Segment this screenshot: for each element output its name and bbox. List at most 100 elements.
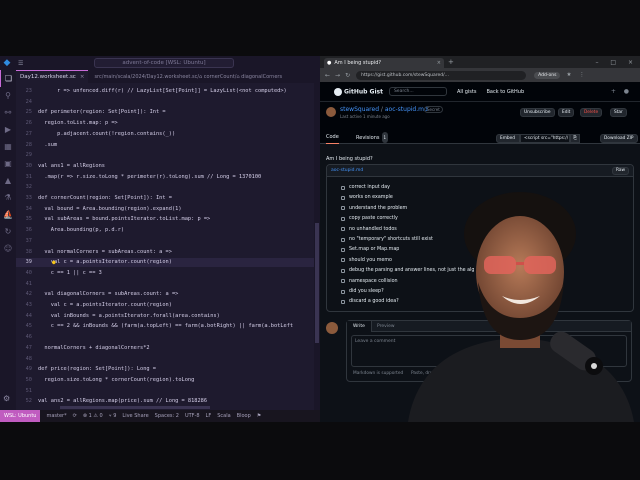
docker-icon[interactable]: ⛵ [0, 206, 16, 223]
tab-day12-worksheet[interactable]: Day12.worksheet.sc × [16, 70, 89, 83]
indentation-indicator[interactable]: Spaces: 2 [155, 413, 179, 419]
embed-select[interactable]: Embed [496, 134, 520, 143]
checkbox[interactable] [341, 247, 345, 252]
checkbox[interactable] [341, 289, 345, 294]
checkbox[interactable] [341, 185, 345, 190]
checkbox[interactable] [341, 299, 345, 304]
extensions-button[interactable]: Add-ons [534, 71, 561, 79]
tab-preview[interactable]: Preview [371, 321, 401, 332]
code-line[interactable]: 36 Area.bounding(p, p.d.r) [16, 226, 314, 235]
menu-icon[interactable]: ☰ [18, 60, 23, 67]
delete-button[interactable]: Delete [580, 108, 603, 117]
code-line[interactable]: 31 .map(r => r.size.toLong * perimeter(r… [16, 173, 314, 182]
code-line[interactable]: 47 normalCorners + diagonalCorners*2 [16, 344, 314, 353]
bloop-indicator[interactable]: Bloop [237, 413, 251, 419]
code-line[interactable]: 24 [16, 98, 314, 107]
unsubscribe-button[interactable]: Unsubscribe [520, 108, 555, 117]
embed-url-input[interactable]: <script src="https:// [520, 134, 570, 143]
code-text[interactable]: val subAreas = bound.pointsIterator.toLi… [38, 215, 210, 224]
notifications-icon[interactable]: ⚑ [257, 413, 261, 419]
lightbulb-icon[interactable]: ● [52, 258, 56, 267]
code-line[interactable]: 27 p.adjacent.count(!region.contains(_)) [16, 130, 314, 139]
code-text[interactable]: val c = a.pointsIterator.count(region) [38, 258, 172, 267]
code-line[interactable]: 35 val subAreas = bound.pointsIterator.t… [16, 215, 314, 224]
user-menu-icon[interactable]: + ● [611, 88, 632, 95]
code-text[interactable]: p.adjacent.count(!region.contains(_)) [38, 130, 175, 139]
code-text[interactable]: val bound = Area.bounding(region).expand… [38, 205, 181, 214]
address-bar[interactable]: https://gist.github.com/stewSquared/... [356, 70, 527, 80]
breadcrumb[interactable]: src/main/scala/2024/Day12.worksheet.sc/⌂… [94, 74, 282, 80]
gist-owner-link[interactable]: stewSquared [340, 106, 379, 113]
checkbox[interactable] [341, 206, 345, 211]
code-text[interactable]: normalCorners + diagonalCorners*2 [38, 344, 149, 353]
ports-indicator[interactable]: ⑂ 9 [109, 413, 117, 419]
checkbox[interactable] [341, 216, 345, 221]
close-tab-icon[interactable]: × [437, 60, 441, 66]
checkbox[interactable] [341, 258, 345, 263]
code-text[interactable]: def price(region: Set[Point]): Long = [38, 365, 156, 374]
close-icon[interactable]: × [80, 74, 85, 80]
explorer-icon[interactable]: ❏ [0, 70, 16, 87]
code-text[interactable]: region.toList.map: p => [38, 119, 117, 128]
code-text[interactable]: .sum [38, 141, 57, 150]
code-line[interactable]: 25 def perimeter(region: Set[Point]): Int… [16, 108, 314, 117]
checkbox[interactable] [341, 237, 345, 242]
problems-indicator[interactable]: ⊗ 1 ⚠ 0 [83, 413, 103, 419]
code-text[interactable]: c == 1 || c == 3 [38, 269, 102, 278]
live-share-button[interactable]: Live Share [122, 413, 148, 419]
code-line[interactable]: 49 def price(region: Set[Point]): Long = [16, 365, 314, 374]
back-to-github-link[interactable]: Back to GitHub [486, 89, 524, 95]
code-text[interactable]: val normalCorners = subAreas.count: a => [38, 248, 172, 257]
code-line[interactable]: 42 val diagonalCorners = subAreas.count:… [16, 290, 314, 299]
code-line[interactable]: 51 [16, 387, 314, 396]
github-gist-logo[interactable]: GitHub Gist [334, 87, 383, 96]
code-line[interactable]: 43 val c = a.pointsIterator.count(region… [16, 301, 314, 310]
checkbox[interactable] [341, 195, 345, 200]
file-name-link[interactable]: aoc-stupid.md [331, 168, 363, 173]
code-text[interactable]: val c = a.pointsIterator.count(region) [38, 301, 172, 310]
code-line[interactable]: 50 region.size.toLong * cornerCount(regi… [16, 376, 314, 385]
markdown-support-link[interactable]: Markdown is supported [353, 371, 403, 376]
browser-menu-icon[interactable]: ★ ⋮ [566, 72, 587, 78]
star-button[interactable]: Star [610, 108, 627, 117]
code-text[interactable]: c == 2 && inBounds && (farm(a.topLeft) =… [38, 322, 293, 331]
code-text[interactable]: def perimeter(region: Set[Point]): Int = [38, 108, 166, 117]
code-line[interactable]: 33 def cornerCount(region: Set[Point]): I… [16, 194, 314, 203]
live-share-icon[interactable]: ↻ [0, 223, 16, 240]
code-line[interactable]: 38 val normalCorners = subAreas.count: a… [16, 248, 314, 257]
checkbox[interactable] [341, 268, 345, 273]
code-editor[interactable]: 23 r => unfenced.diff(r) // LazyList[Set… [16, 83, 314, 410]
code-line[interactable]: 26 region.toList.map: p => [16, 119, 314, 128]
download-zip-button[interactable]: Download ZIP [600, 134, 638, 143]
remote-indicator[interactable]: WSL: Ubuntu [0, 410, 41, 422]
sync-icon[interactable]: ⟳ [73, 413, 77, 419]
all-gists-link[interactable]: All gists [457, 89, 477, 95]
code-text[interactable]: def cornerCount(region: Set[Point]): Int… [38, 194, 172, 203]
branch-indicator[interactable]: master* [46, 413, 66, 419]
metals-icon[interactable]: ▲ [0, 172, 16, 189]
gear-icon[interactable]: ⚙ [3, 394, 13, 404]
code-text[interactable]: Area.bounding(p, p.d.r) [38, 226, 124, 235]
source-control-icon[interactable]: ⚯ [0, 104, 16, 121]
code-line[interactable]: 39 val c = a.pointsIterator.count(region… [16, 258, 314, 268]
browser-tab[interactable]: ● Am I being stupid? × [324, 58, 444, 68]
code-line[interactable]: 29 [16, 151, 314, 160]
forward-icon[interactable]: → [335, 72, 340, 79]
code-line[interactable]: 32 [16, 183, 314, 192]
code-line[interactable]: 40 c == 1 || c == 3 [16, 269, 314, 278]
raw-button[interactable]: Raw [611, 167, 629, 175]
code-line[interactable]: 23 r => unfenced.diff(r) // LazyList[Set… [16, 87, 314, 96]
code-text[interactable]: region.size.toLong * cornerCount(region)… [38, 376, 194, 385]
command-center-search[interactable]: advent-of-code [WSL: Ubuntu] [94, 58, 234, 68]
checkbox[interactable] [341, 279, 345, 284]
language-indicator[interactable]: Scala [217, 413, 230, 419]
code-text[interactable]: .map(r => r.size.toLong * perimeter(r).t… [38, 173, 261, 182]
checkbox[interactable] [341, 227, 345, 232]
tab-code[interactable]: Code [326, 132, 339, 144]
code-line[interactable]: 44 val inBounds = a.pointsIterator.foral… [16, 312, 314, 321]
accounts-icon[interactable]: ☺ [0, 240, 16, 257]
back-icon[interactable]: ← [325, 72, 330, 79]
code-line[interactable]: 37 [16, 237, 314, 246]
run-debug-icon[interactable]: ▶ [0, 121, 16, 138]
window-controls-icon[interactable]: – □ × [595, 59, 640, 66]
